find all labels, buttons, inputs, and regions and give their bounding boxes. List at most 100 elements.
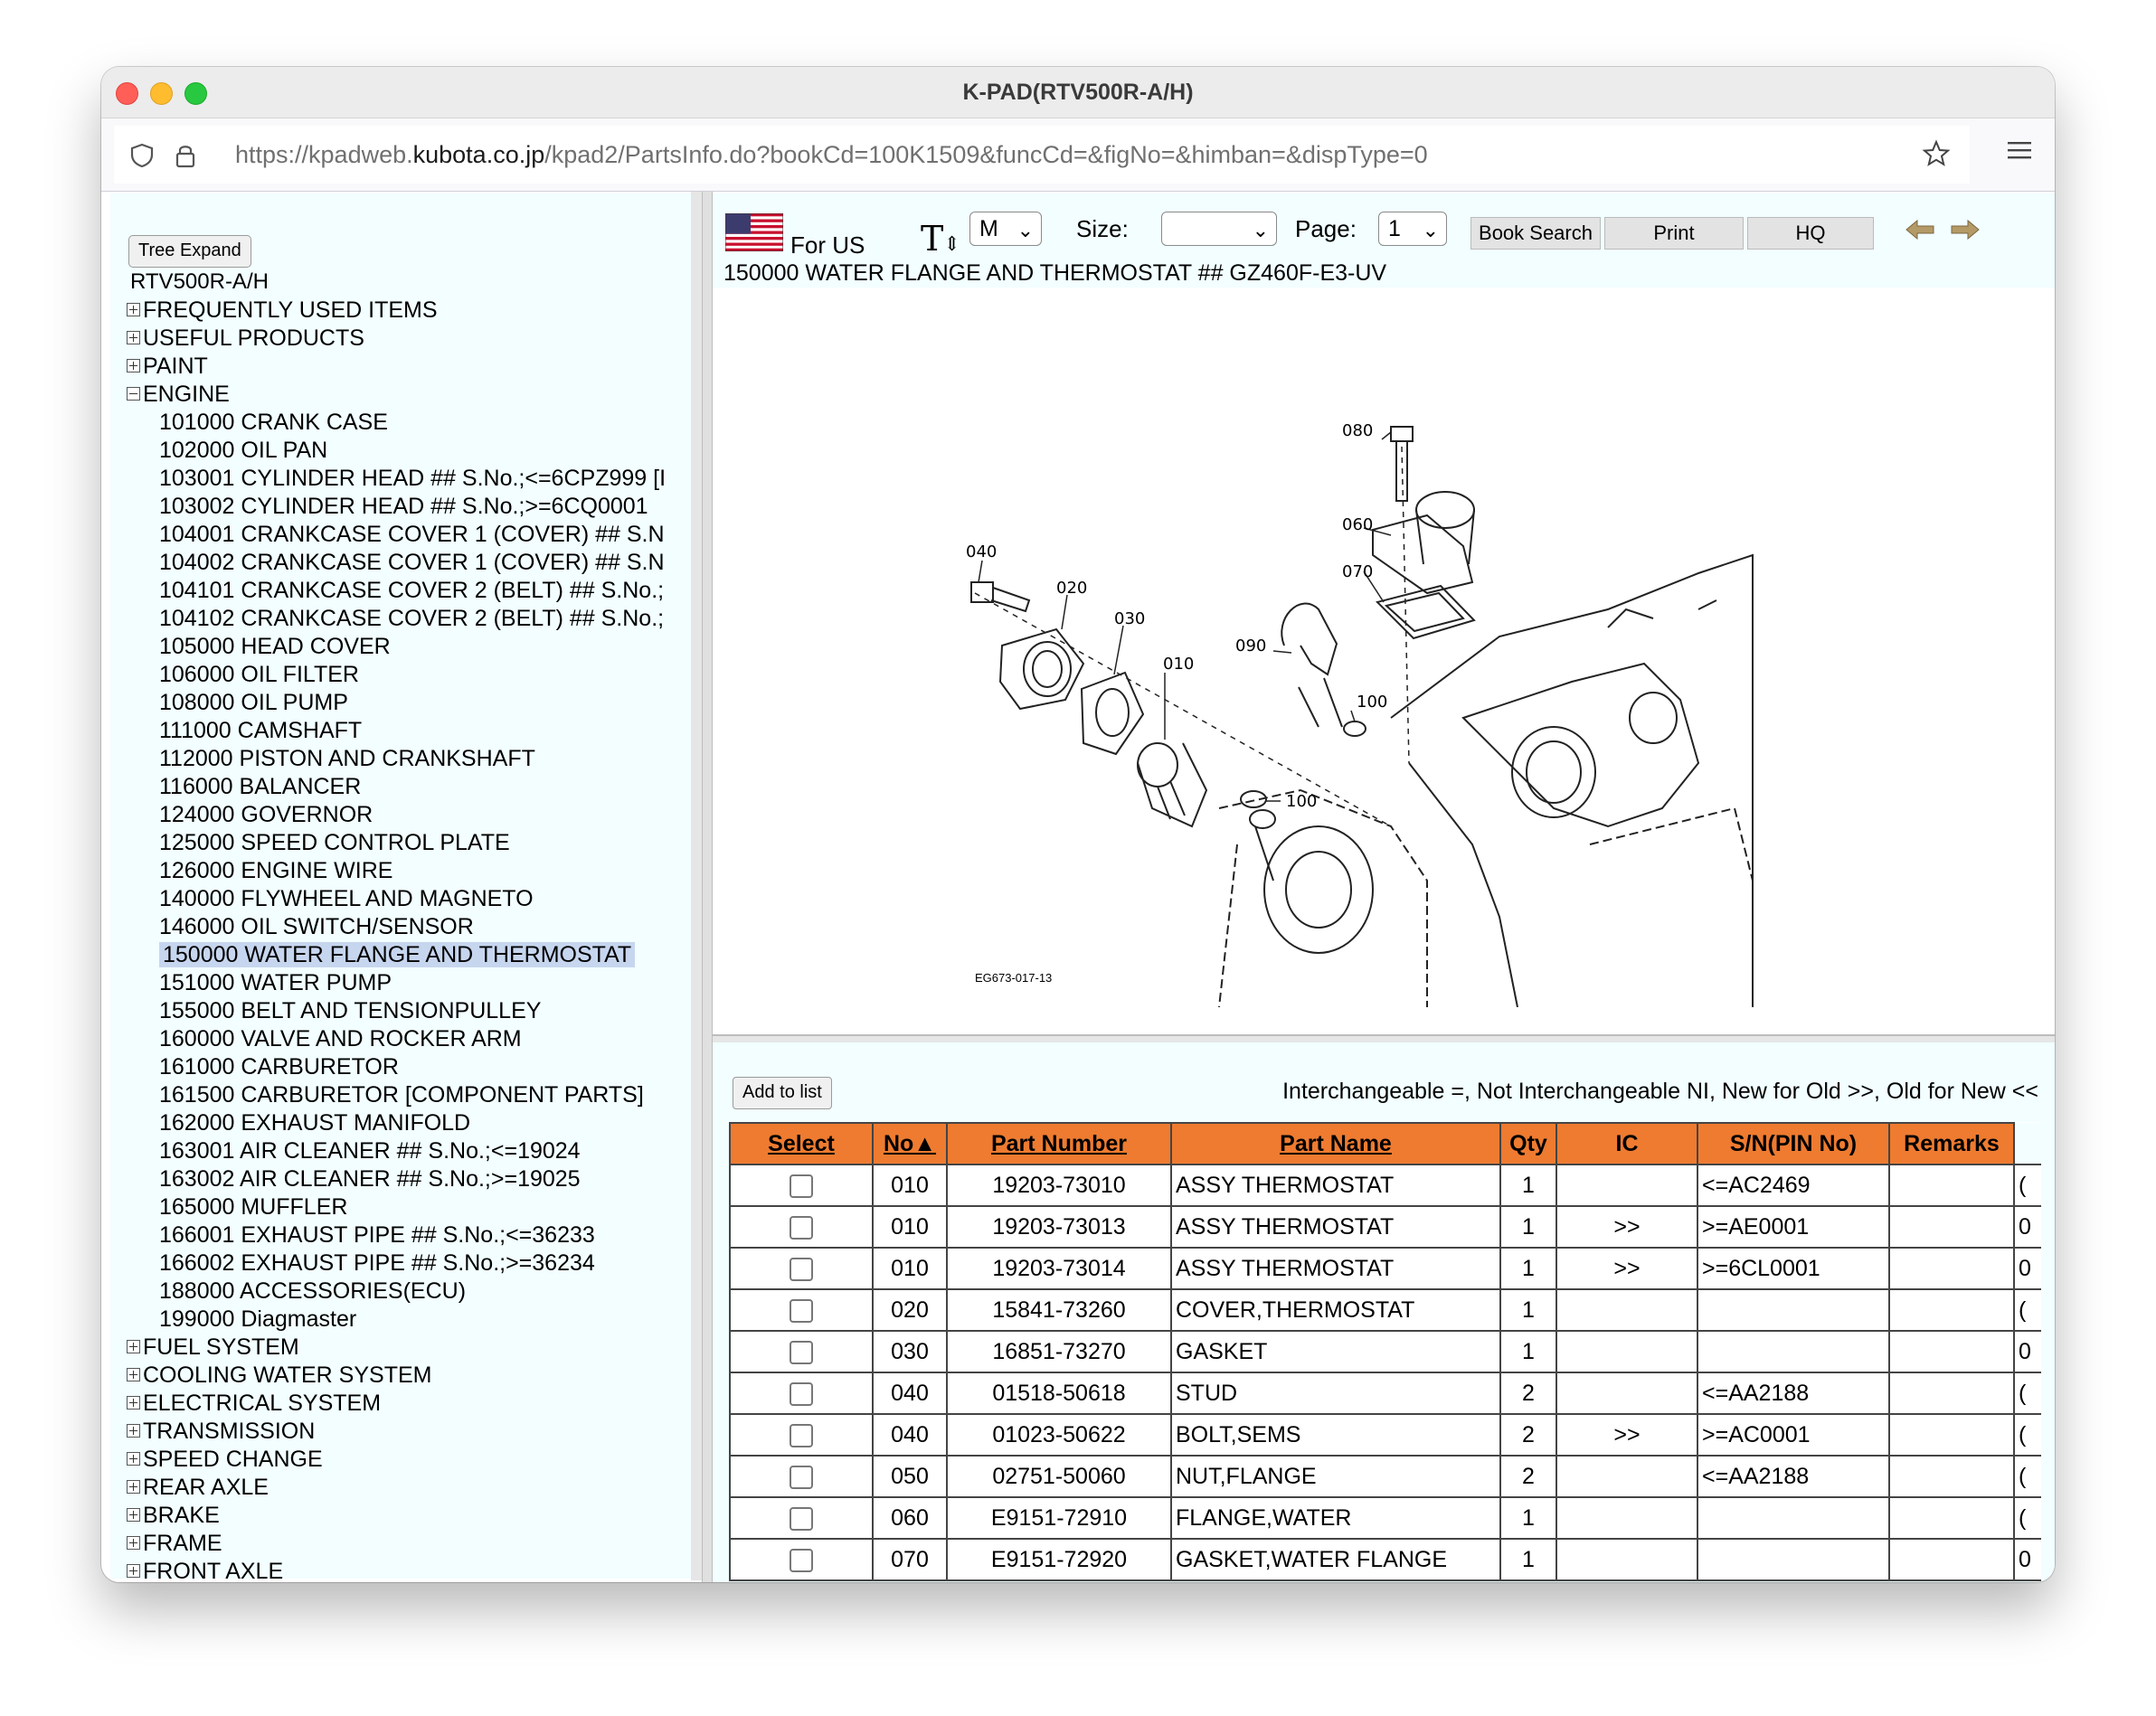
tree-item-label[interactable]: REAR AXLE [143,1475,269,1500]
tree-item-label[interactable]: 161500 CARBURETOR [COMPONENT PARTS] [159,1082,644,1108]
url-field[interactable]: https://kpadweb.kubota.co.jp/kpad2/Parts… [114,126,1970,184]
row-select-checkbox[interactable] [790,1465,813,1489]
page-select[interactable]: 1 ⌄ [1378,212,1447,246]
region-label[interactable]: For US [790,231,865,259]
tree-item-label[interactable]: ELECTRICAL SYSTEM [143,1391,381,1416]
callout-080[interactable]: 080 [1342,421,1373,440]
expand-plus-icon[interactable] [127,1367,140,1381]
part-number-cell[interactable]: 01023-50622 [946,1413,1172,1457]
expand-plus-icon[interactable] [127,1507,140,1522]
tree-item-category[interactable]: FRAME [127,1530,700,1558]
tree-item-figure[interactable]: 160000 VALVE AND ROCKER ARM [127,1025,700,1053]
tree-item-category[interactable]: FUEL SYSTEM [127,1334,700,1362]
row-select-checkbox[interactable] [790,1381,813,1406]
callout-090[interactable]: 090 [1235,636,1266,655]
tree-item-figure[interactable]: 162000 EXHAUST MANIFOLD [127,1109,700,1137]
callout-040[interactable]: 040 [966,542,997,561]
shield-icon[interactable] [128,142,156,169]
tree-item-figure[interactable]: 101000 CRANK CASE [127,409,700,437]
part-number-cell[interactable]: E9151-72910 [946,1496,1172,1540]
part-number-cell[interactable]: 19203-73010 [946,1164,1172,1207]
tree-root-label[interactable]: RTV500R-A/H [130,269,269,295]
bookmark-star-icon[interactable] [1921,138,1952,169]
tree-item-figure[interactable]: 165000 MUFFLER [127,1193,700,1221]
table-row[interactable]: 040 01518-50618 STUD 2 <=AA2188 ( [729,1372,2041,1415]
tree-item-figure[interactable]: 104101 CRANKCASE COVER 2 (BELT) ## S.No.… [127,577,700,605]
tree-item-figure[interactable]: 106000 OIL FILTER [127,661,700,689]
row-select-checkbox[interactable] [790,1423,813,1447]
table-row[interactable]: 010 19203-73013 ASSY THERMOSTAT 1 >> >=AE0001… [729,1205,2041,1249]
table-row[interactable]: 060 E9151-72910 FLANGE,WATER 1 ( [729,1496,2041,1540]
tree-item-label[interactable]: 103002 CYLINDER HEAD ## S.No.;>=6CQ0001 [159,494,648,519]
tree-item-category[interactable]: COOLING WATER SYSTEM [127,1362,700,1390]
next-arrow-icon[interactable] [1950,219,1981,240]
expand-plus-icon[interactable] [127,1423,140,1438]
tree-item-figure[interactable]: 124000 GOVERNOR [127,801,700,829]
column-no[interactable]: No▲ [872,1122,948,1165]
print-button[interactable]: Print [1604,217,1744,250]
row-select-checkbox[interactable] [790,1257,813,1281]
column-part-number[interactable]: Part Number [946,1122,1172,1165]
tree-item-label[interactable]: 126000 ENGINE WIRE [159,858,392,883]
tree-item-label[interactable]: 160000 VALVE AND ROCKER ARM [159,1026,522,1051]
tree-item-label[interactable]: COOLING WATER SYSTEM [143,1362,431,1388]
tree-item-label[interactable]: 146000 OIL SWITCH/SENSOR [159,914,474,939]
tree-item-figure[interactable]: 188000 ACCESSORIES(ECU) [127,1278,700,1306]
tree-scrollbar[interactable] [691,192,702,1580]
tree-item-label[interactable]: 151000 WATER PUMP [159,970,392,995]
table-row[interactable]: 020 15841-73260 COVER,THERMOSTAT 1 ( [729,1288,2041,1332]
tree-item-label[interactable]: FUEL SYSTEM [143,1334,299,1360]
tree-item-label[interactable]: USEFUL PRODUCTS [143,325,364,351]
tree-item-figure[interactable]: 112000 PISTON AND CRANKSHAFT [127,745,700,773]
tree-item-label[interactable]: FRAME [143,1531,222,1556]
tree-item-figure[interactable]: 163002 AIR CLEANER ## S.No.;>=19025 [127,1165,700,1193]
collapse-minus-icon[interactable] [127,386,140,401]
part-number-cell[interactable]: 15841-73260 [946,1288,1172,1332]
size-select[interactable]: ⌄ [1161,212,1277,246]
vertical-frame-divider[interactable] [702,192,713,1582]
tree-item-figure[interactable]: 103002 CYLINDER HEAD ## S.No.;>=6CQ0001 [127,493,700,521]
tree-item-label[interactable]: 140000 FLYWHEEL AND MAGNETO [159,886,534,911]
tree-item-category[interactable]: SPEED CHANGE [127,1446,700,1474]
tree-item-label[interactable]: 125000 SPEED CONTROL PLATE [159,830,510,855]
tree-item-label[interactable]: 108000 OIL PUMP [159,690,348,715]
tree-item-label[interactable]: 155000 BELT AND TENSIONPULLEY [159,998,541,1023]
tree-item-figure[interactable]: 104102 CRANKCASE COVER 2 (BELT) ## S.No.… [127,605,700,633]
tree-item-label[interactable]: 166002 EXHAUST PIPE ## S.No.;>=36234 [159,1250,595,1276]
tree-item-label[interactable]: 104101 CRANKCASE COVER 2 (BELT) ## S.No.… [159,578,664,603]
expand-plus-icon[interactable] [127,1479,140,1494]
lock-icon[interactable] [174,142,197,169]
part-number-cell[interactable]: 19203-73014 [946,1247,1172,1290]
hq-button[interactable]: HQ [1747,217,1874,250]
tree-item-label[interactable]: 104102 CRANKCASE COVER 2 (BELT) ## S.No.… [159,606,664,631]
tree-item-label[interactable]: 106000 OIL FILTER [159,662,359,687]
tree-item-figure[interactable]: 166001 EXHAUST PIPE ## S.No.;<=36233 [127,1221,700,1249]
tree-item-figure[interactable]: 126000 ENGINE WIRE [127,857,700,885]
row-select-checkbox[interactable] [790,1298,813,1323]
tree-item-figure[interactable]: 161500 CARBURETOR [COMPONENT PARTS] [127,1081,700,1109]
tree-item-label[interactable]: 104002 CRANKCASE COVER 1 (COVER) ## S.N [159,550,665,575]
tree-item-label[interactable]: 111000 CAMSHAFT [159,718,362,743]
callout-010[interactable]: 010 [1163,655,1194,674]
previous-arrow-icon[interactable] [1905,219,1935,240]
row-select-checkbox[interactable] [790,1506,813,1531]
add-to-list-button[interactable]: Add to list [733,1077,832,1109]
table-row[interactable]: 050 02751-50060 NUT,FLANGE 2 <=AA2188 ( [729,1455,2041,1498]
font-size-select[interactable]: M ⌄ [969,212,1042,246]
tree-item-figure[interactable]: 150000 WATER FLANGE AND THERMOSTAT [127,941,700,969]
tree-item-figure[interactable]: 103001 CYLINDER HEAD ## S.No.;<=6CPZ999 … [127,465,700,493]
tree-item-label[interactable]: 199000 Diagmaster [159,1306,356,1332]
tree-item-figure[interactable]: 102000 OIL PAN [127,437,700,465]
tree-expand-button[interactable]: Tree Expand [128,235,251,268]
tree-item-figure[interactable]: 163001 AIR CLEANER ## S.No.;<=19024 [127,1137,700,1165]
part-number-cell[interactable]: 19203-73013 [946,1205,1172,1249]
column-part-name[interactable]: Part Name [1170,1122,1501,1165]
tree-item-label[interactable]: 124000 GOVERNOR [159,802,373,827]
tree-item-figure[interactable]: 146000 OIL SWITCH/SENSOR [127,913,700,941]
tree-item-category[interactable]: USEFUL PRODUCTS [127,325,700,353]
expand-plus-icon[interactable] [127,302,140,316]
tree-item-figure[interactable]: 151000 WATER PUMP [127,969,700,997]
callout-100-lower[interactable]: 100 [1286,792,1317,811]
tree-item-figure[interactable]: 116000 BALANCER [127,773,700,801]
tree-item-label[interactable]: FRONT AXLE [143,1559,283,1579]
